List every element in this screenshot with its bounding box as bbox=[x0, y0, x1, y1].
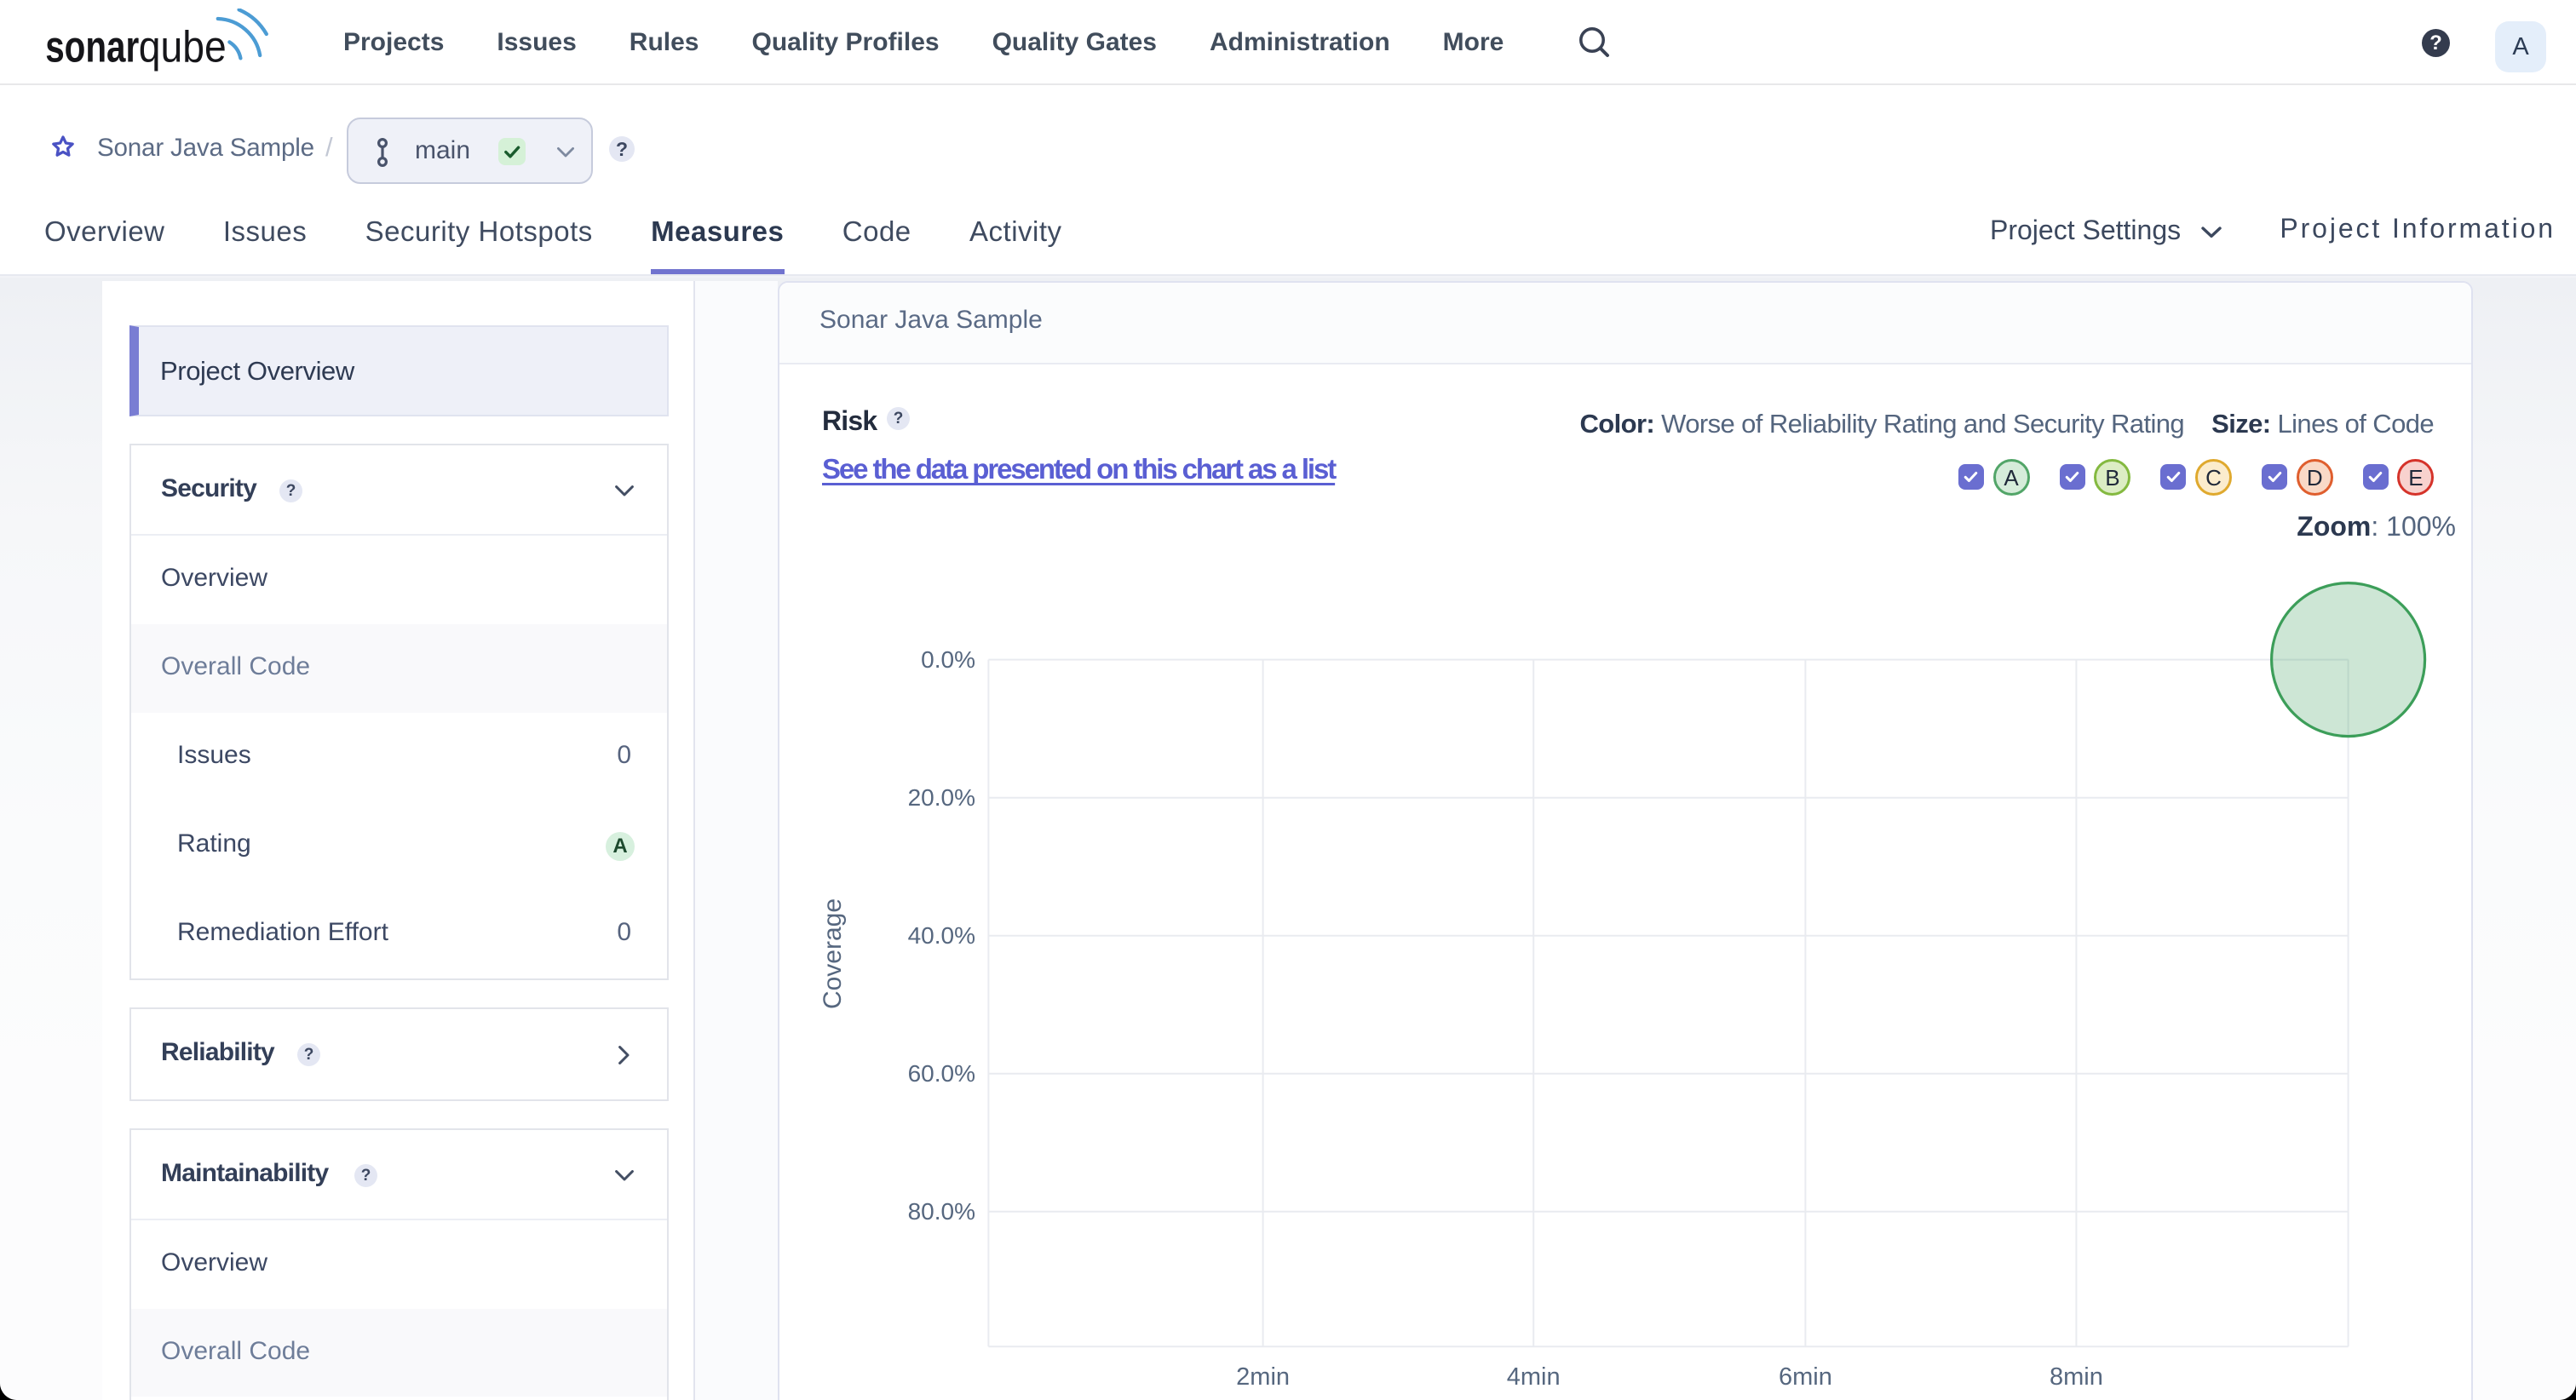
svg-text:6min: 6min bbox=[1779, 1363, 1832, 1391]
svg-text:60.0%: 60.0% bbox=[908, 1060, 975, 1087]
svg-text:4min: 4min bbox=[1507, 1363, 1561, 1391]
svg-text:qube: qube bbox=[139, 22, 227, 72]
svg-text:0.0%: 0.0% bbox=[921, 646, 975, 673]
svg-text:20.0%: 20.0% bbox=[908, 784, 975, 811]
svg-text:sonar: sonar bbox=[45, 22, 139, 72]
svg-text:Coverage: Coverage bbox=[819, 898, 847, 1009]
svg-text:40.0%: 40.0% bbox=[908, 922, 975, 949]
svg-text:80.0%: 80.0% bbox=[908, 1198, 975, 1225]
svg-text:2min: 2min bbox=[1236, 1363, 1290, 1391]
svg-text:8min: 8min bbox=[2050, 1363, 2103, 1391]
